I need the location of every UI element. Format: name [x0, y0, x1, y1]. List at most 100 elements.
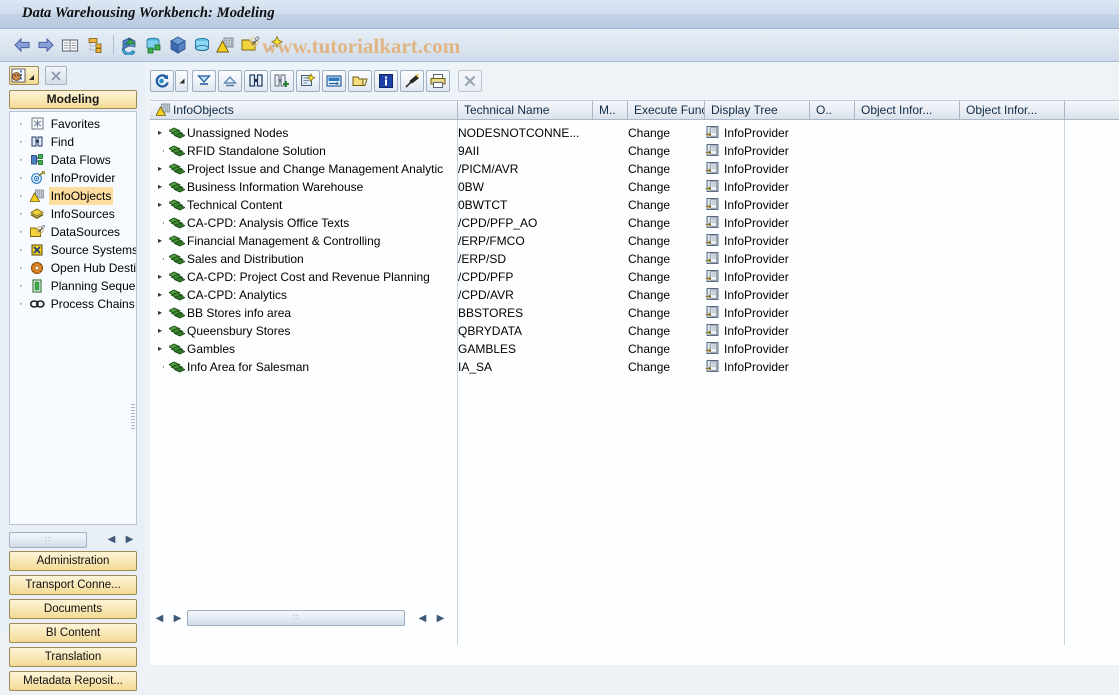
find-next-icon[interactable]	[270, 70, 294, 92]
table-row[interactable]: ▸BB Stores info areaBBSTORESChangeInfoPr…	[150, 304, 1119, 322]
administration-button[interactable]: Administration	[9, 551, 137, 571]
pin-icon[interactable]	[400, 70, 424, 92]
expand-arrow-icon[interactable]: ▸	[158, 160, 169, 178]
sidebar-item-process-chains[interactable]: · Process Chains	[10, 295, 136, 313]
col-object-info-1[interactable]: Object Infor...	[855, 101, 960, 120]
sidebar-item-planning-sequences[interactable]: · Planning Sequer	[10, 277, 136, 295]
dropdown-arrow-icon[interactable]	[175, 70, 188, 92]
col-execute-func[interactable]: Execute Func...	[628, 101, 705, 120]
hscroll2-right-arrow[interactable]: ▶	[433, 611, 448, 626]
infocube-green-icon[interactable]	[144, 35, 164, 55]
transport-connection-button[interactable]: Transport Conne...	[9, 575, 137, 595]
table-row[interactable]: ▸GamblesGAMBLESChangeInfoProvider	[150, 340, 1119, 358]
sidebar-scroll-right[interactable]: ▶	[122, 532, 137, 547]
cell-display-tree[interactable]: InfoProvider	[705, 124, 853, 142]
display-icon[interactable]	[322, 70, 346, 92]
expand-arrow-icon[interactable]: ▸	[158, 304, 169, 322]
hscroll-right-arrow[interactable]: ▶	[170, 611, 185, 626]
role-selection-button[interactable]	[9, 66, 39, 85]
cell-infoobject[interactable]: ▸Financial Management & Controlling	[150, 232, 458, 250]
cell-display-tree[interactable]: InfoProvider	[705, 178, 853, 196]
cell-display-tree[interactable]: InfoProvider	[705, 304, 853, 322]
col-o[interactable]: O..	[810, 101, 855, 120]
sidebar-hscrollbar[interactable]: ∷ ◀ ▶	[9, 532, 137, 548]
cell-display-tree[interactable]: InfoProvider	[705, 160, 853, 178]
cell-display-tree[interactable]: InfoProvider	[705, 286, 853, 304]
cell-infoobject[interactable]: ·Info Area for Salesman	[150, 358, 458, 376]
sidebar-item-infoobjects[interactable]: · InfoObjects	[10, 187, 136, 205]
table-row[interactable]: ▸Financial Management & Controlling/ERP/…	[150, 232, 1119, 250]
cell-display-tree[interactable]: InfoProvider	[705, 214, 853, 232]
cell-infoobject[interactable]: ▸Business Information Warehouse	[150, 178, 458, 196]
cell-display-tree[interactable]: InfoProvider	[705, 340, 853, 358]
sidebar-scroll-left[interactable]: ◀	[104, 532, 119, 547]
table-row[interactable]: ▸CA-CPD: Project Cost and Revenue Planni…	[150, 268, 1119, 286]
expand-arrow-icon[interactable]: ▸	[158, 340, 169, 358]
cell-infoobject[interactable]: ·CA-CPD: Analysis Office Texts	[150, 214, 458, 232]
table-row[interactable]: ▸Business Information Warehouse0BWChange…	[150, 178, 1119, 196]
table-row[interactable]: ▸Queensbury StoresQBRYDATAChangeInfoProv…	[150, 322, 1119, 340]
wizard-icon[interactable]	[264, 35, 284, 55]
translation-button[interactable]: Translation	[9, 647, 137, 667]
metadata-repository-button[interactable]: Metadata Reposit...	[9, 671, 137, 691]
cell-display-tree[interactable]: InfoProvider	[705, 232, 853, 250]
collapse-all-icon[interactable]	[218, 70, 242, 92]
datasource-icon[interactable]	[240, 35, 260, 55]
sidebar-item-favorites[interactable]: · Favorites	[10, 115, 136, 133]
expand-arrow-icon[interactable]: ▸	[158, 196, 169, 214]
sidebar-item-source-systems[interactable]: · Source Systems	[10, 241, 136, 259]
refresh-icon[interactable]	[150, 70, 174, 92]
cell-display-tree[interactable]: InfoProvider	[705, 268, 853, 286]
bi-content-button[interactable]: BI Content	[9, 623, 137, 643]
table-row[interactable]: ·RFID Standalone Solution9AIIChangeInfoP…	[150, 142, 1119, 160]
folder-open-icon[interactable]	[348, 70, 372, 92]
datastore-object-icon[interactable]	[120, 35, 140, 55]
hscroll-left-arrow[interactable]: ◀	[152, 611, 167, 626]
expand-arrow-icon[interactable]: ▸	[158, 178, 169, 196]
expand-arrow-icon[interactable]: ▸	[158, 268, 169, 286]
cell-display-tree[interactable]: InfoProvider	[705, 142, 853, 160]
infoobject-icon[interactable]	[216, 35, 236, 55]
cell-infoobject[interactable]: ·Sales and Distribution	[150, 250, 458, 268]
table-row[interactable]: ·CA-CPD: Analysis Office Texts/CPD/PFP_A…	[150, 214, 1119, 232]
expand-arrow-icon[interactable]: ▸	[158, 286, 169, 304]
expand-arrow-icon[interactable]: ▸	[158, 322, 169, 340]
sidebar-item-datasources[interactable]: · DataSources	[10, 223, 136, 241]
sidebar-item-data-flows[interactable]: · Data Flows	[10, 151, 136, 169]
col-object-info-2[interactable]: Object Infor...	[960, 101, 1065, 120]
sidebar-item-find[interactable]: · Find	[10, 133, 136, 151]
col-display-tree[interactable]: Display Tree	[705, 101, 810, 120]
documents-button[interactable]: Documents	[9, 599, 137, 619]
table-row[interactable]: ▸Unassigned NodesNODESNOTCONNE...ChangeI…	[150, 124, 1119, 142]
create-icon[interactable]	[296, 70, 320, 92]
find-icon[interactable]	[244, 70, 268, 92]
cell-infoobject[interactable]: ▸Queensbury Stores	[150, 322, 458, 340]
print-icon[interactable]	[426, 70, 450, 92]
cell-display-tree[interactable]: InfoProvider	[705, 196, 853, 214]
cell-display-tree[interactable]: InfoProvider	[705, 322, 853, 340]
close-panel-button[interactable]	[45, 66, 67, 85]
modeling-tab[interactable]: Modeling	[9, 90, 137, 109]
cell-infoobject[interactable]: ▸CA-CPD: Analytics	[150, 286, 458, 304]
cell-display-tree[interactable]: InfoProvider	[705, 250, 853, 268]
list-view-icon[interactable]	[60, 35, 80, 55]
table-row[interactable]: ▸CA-CPD: Analytics/CPD/AVRChangeInfoProv…	[150, 286, 1119, 304]
sidebar-item-open-hub-destination[interactable]: · Open Hub Desti	[10, 259, 136, 277]
cell-infoobject[interactable]: ▸BB Stores info area	[150, 304, 458, 322]
cell-infoobject[interactable]: ▸Project Issue and Change Management Ana…	[150, 160, 458, 178]
cell-infoobject[interactable]: ▸Unassigned Nodes	[150, 124, 458, 142]
sidebar-item-infoprovider[interactable]: · InfoProvider	[10, 169, 136, 187]
table-row[interactable]: ·Sales and Distribution/ERP/SDChangeInfo…	[150, 250, 1119, 268]
cell-infoobject[interactable]: ▸Technical Content	[150, 196, 458, 214]
forward-icon[interactable]	[36, 35, 56, 55]
table-row[interactable]: ▸Technical Content0BWTCTChangeInfoProvid…	[150, 196, 1119, 214]
table-row[interactable]: ▸Project Issue and Change Management Ana…	[150, 160, 1119, 178]
table-row[interactable]: ·Info Area for SalesmanIA_SAChangeInfoPr…	[150, 358, 1119, 376]
multiprovider-icon[interactable]	[192, 35, 212, 55]
cube-blue-icon[interactable]	[168, 35, 188, 55]
hscroll-thumb[interactable]: ∷	[187, 610, 405, 626]
hscroll2-left-arrow[interactable]: ◀	[415, 611, 430, 626]
col-infoobjects[interactable]: InfoObjects	[150, 101, 458, 120]
back-icon[interactable]	[12, 35, 32, 55]
expand-arrow-icon[interactable]: ▸	[158, 124, 169, 142]
